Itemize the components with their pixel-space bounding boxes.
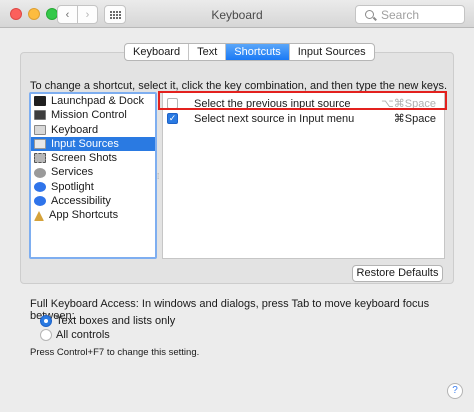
shortcut-row-next-source[interactable]: ✓ Select next source in Input menu ⌘Spac… [163, 111, 444, 126]
tab-shortcuts[interactable]: Shortcuts [226, 44, 290, 60]
category-label: Mission Control [51, 109, 127, 122]
spotlight-icon [34, 181, 46, 192]
title-bar: ‹ › Keyboard Search [0, 0, 474, 28]
category-label: App Shortcuts [49, 209, 119, 222]
category-label: Input Sources [51, 137, 119, 150]
category-item-accessibility[interactable]: Accessibility [31, 194, 155, 208]
tab-keyboard[interactable]: Keyboard [125, 44, 190, 60]
input-sources-icon [34, 139, 46, 150]
category-label: Launchpad & Dock [51, 95, 144, 107]
shortcut-list[interactable]: Select the previous input source ⌥⌘Space… [162, 92, 445, 259]
app-shortcuts-icon [34, 210, 44, 221]
category-label: Services [51, 166, 94, 179]
restore-defaults-button[interactable]: Restore Defaults [352, 265, 443, 282]
radio-button[interactable] [40, 329, 52, 341]
category-item-mission-control[interactable]: Mission Control [31, 108, 155, 122]
category-item-launchpad-dock[interactable]: Launchpad & Dock [31, 94, 155, 108]
radio-text-boxes-lists[interactable]: Text boxes and lists only [40, 314, 175, 328]
category-item-screen-shots[interactable]: Screen Shots [31, 151, 155, 165]
gear-icon [34, 167, 46, 178]
search-icon [365, 10, 374, 19]
split-view-handle[interactable]: ⁞ [157, 172, 159, 181]
screenshot-icon [34, 153, 46, 164]
shortcut-label: Select next source in Input menu [194, 112, 355, 125]
launchpad-icon [34, 96, 46, 107]
category-label: Accessibility [51, 195, 111, 208]
radio-label: All controls [56, 329, 110, 341]
shortcut-keys[interactable]: ⌘Space [394, 112, 436, 125]
category-item-app-shortcuts[interactable]: App Shortcuts [31, 208, 155, 222]
radio-all-controls[interactable]: All controls [40, 328, 110, 342]
search-placeholder: Search [381, 7, 420, 22]
category-list[interactable]: Launchpad & Dock Mission Control Keyboar… [29, 92, 157, 259]
settings-note: Press Control+F7 to change this setting. [30, 347, 200, 358]
search-input[interactable]: Search [355, 5, 465, 24]
tab-input-sources[interactable]: Input Sources [290, 44, 374, 60]
radio-button[interactable] [40, 315, 52, 327]
category-item-keyboard[interactable]: Keyboard [31, 123, 155, 137]
help-button[interactable]: ? [447, 383, 463, 399]
category-item-spotlight[interactable]: Spotlight [31, 180, 155, 194]
category-label: Screen Shots [51, 152, 118, 165]
shortcut-checkbox[interactable]: ✓ [167, 113, 178, 124]
tab-text[interactable]: Text [189, 44, 227, 60]
radio-label: Text boxes and lists only [56, 315, 176, 327]
category-item-input-sources[interactable]: Input Sources [31, 136, 155, 152]
accessibility-icon [34, 196, 46, 207]
category-item-services[interactable]: Services [31, 165, 155, 179]
highlight-box [158, 91, 447, 110]
mission-control-icon [34, 110, 46, 121]
category-label: Spotlight [51, 180, 94, 193]
tab-bar: Keyboard Text Shortcuts Input Sources [124, 43, 375, 61]
category-label: Keyboard [51, 123, 99, 136]
keyboard-icon [34, 124, 46, 135]
